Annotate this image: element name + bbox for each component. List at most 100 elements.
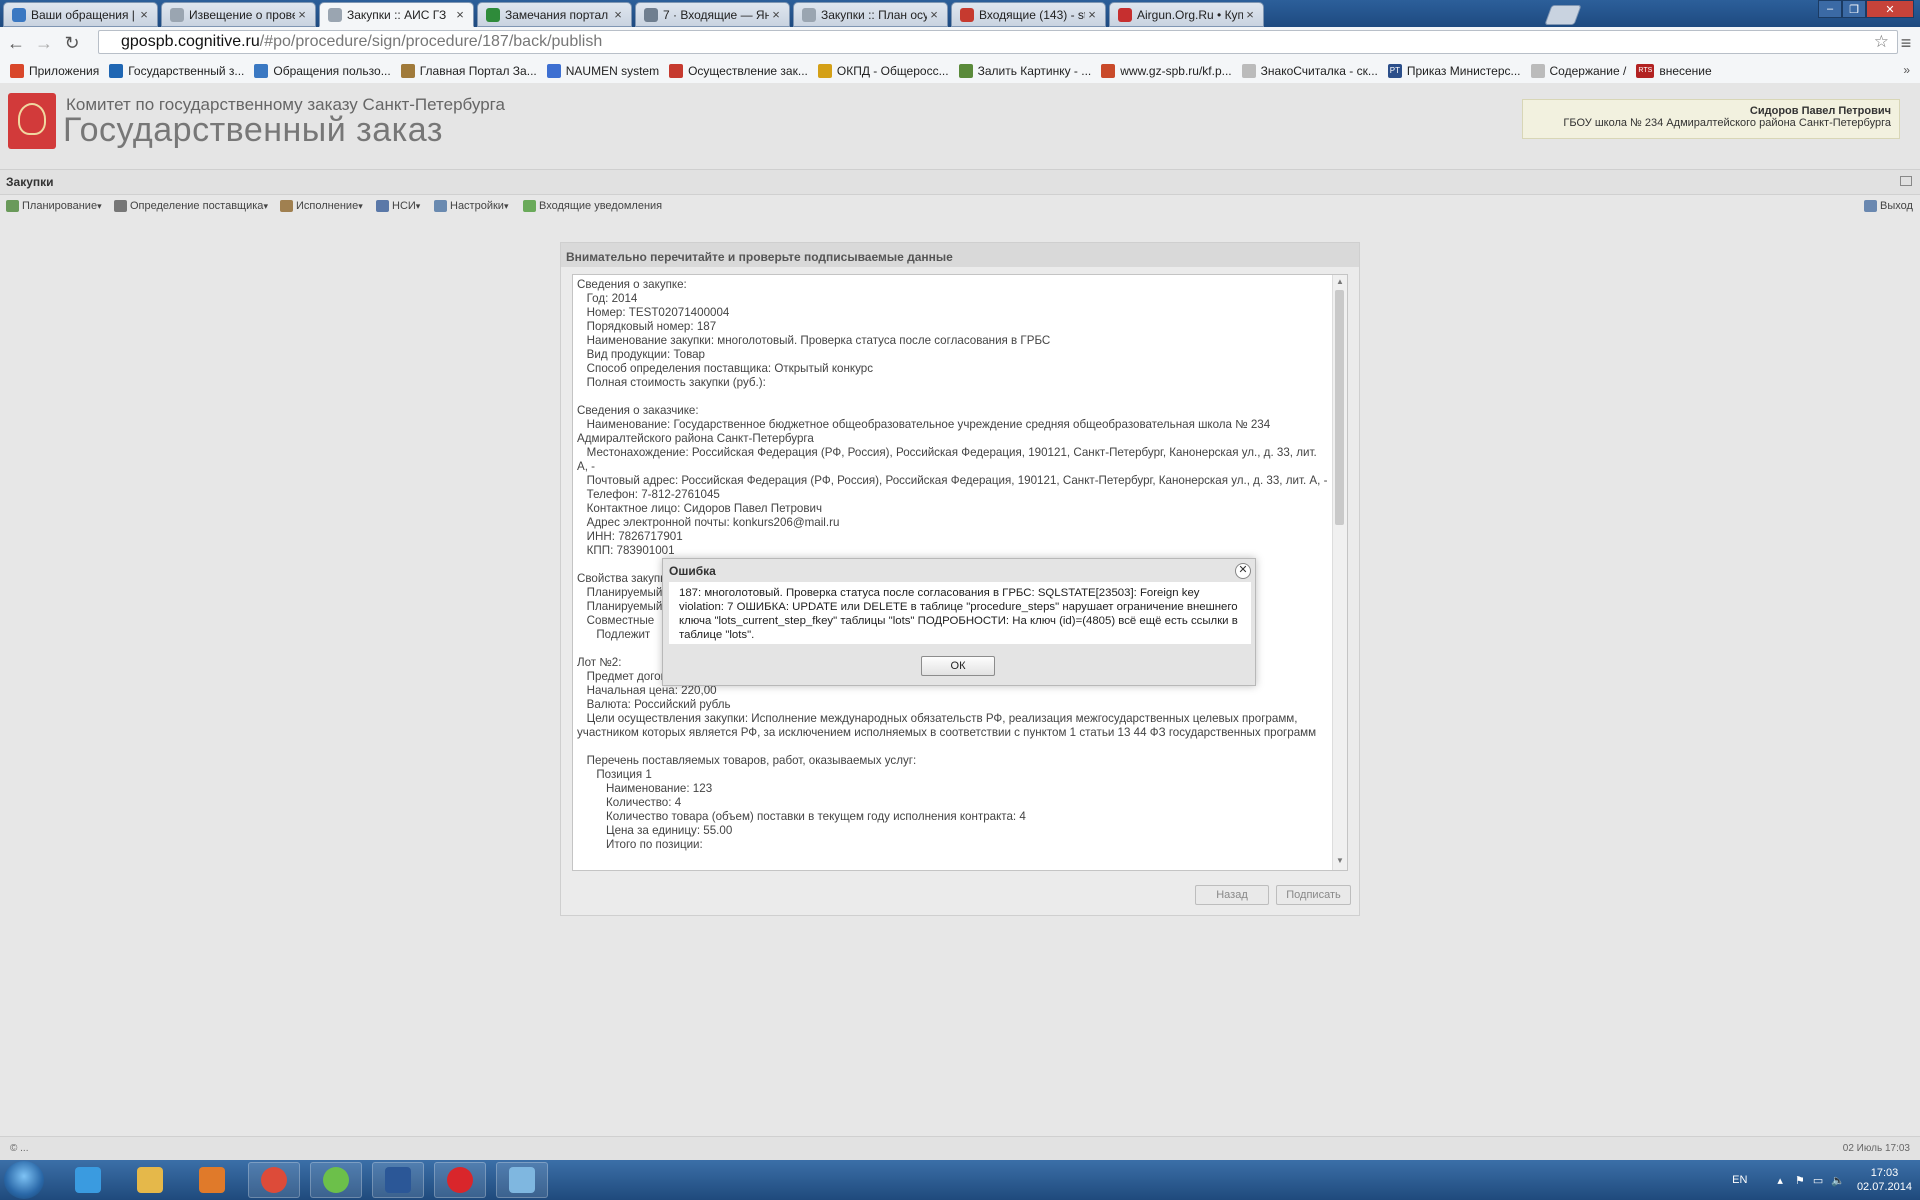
tab-close-icon[interactable]: × (453, 7, 467, 22)
section-title: Закупки (6, 175, 54, 189)
forward-icon[interactable]: → (34, 33, 54, 53)
bookmark-item[interactable]: ЗнакоСчиталка - ск... (1241, 64, 1378, 78)
menu-item[interactable]: Исполнение ▾ (280, 200, 363, 212)
app-title: Государственный заказ (63, 111, 443, 149)
chrome-menu-icon[interactable]: ≡ (1896, 33, 1916, 53)
taskbar-app-chrome[interactable] (248, 1162, 300, 1198)
bookmark-item[interactable]: www.gz-spb.ru/kf.p... (1101, 64, 1232, 78)
chevron-down-icon: ▾ (503, 200, 509, 211)
tab-favicon-icon (1118, 7, 1132, 22)
action-center-icon[interactable]: ⚑ (1795, 1174, 1805, 1187)
back-icon[interactable]: ← (6, 33, 26, 53)
menu-item-icon (523, 200, 536, 212)
bookmark-label: Содержание / (1549, 64, 1627, 78)
browser-tab[interactable]: Замечания портал АИС Г× (477, 2, 632, 27)
menu-item[interactable]: Настройки ▾ (434, 200, 508, 212)
menu-item[interactable]: Входящие уведомления (523, 200, 662, 212)
bookmark-item[interactable]: Приложения (10, 64, 99, 78)
tab-close-icon[interactable]: × (137, 7, 151, 22)
browser-tab[interactable]: Закупки :: План осущест× (793, 2, 948, 27)
tab-close-icon[interactable]: × (1085, 7, 1099, 22)
scroll-thumb[interactable] (1335, 290, 1344, 525)
menu-item[interactable]: Определение поставщика ▾ (114, 200, 268, 212)
bookmark-label: www.gz-spb.ru/kf.p... (1120, 64, 1232, 78)
bookmark-icon (546, 64, 561, 78)
scroll-up-icon[interactable]: ▲ (1333, 277, 1347, 289)
bookmark-icon (958, 64, 973, 78)
bookmark-item[interactable]: ОКПД - Общеросс... (817, 64, 949, 78)
taskbar-app-word[interactable] (372, 1162, 424, 1198)
explorer-icon (137, 1167, 163, 1193)
bookmark-icon: PT (1387, 64, 1402, 78)
bookmark-icon (1530, 64, 1545, 78)
browser-tab[interactable]: Извещение о проведени× (161, 2, 316, 27)
app-header: Комитет по государственному заказу Санкт… (0, 83, 1920, 170)
menu-item[interactable]: Планирование ▾ (6, 200, 102, 212)
back-button[interactable]: Назад (1195, 885, 1269, 905)
close-icon[interactable]: ✕ (1235, 563, 1251, 579)
taskbar-app-explorer[interactable] (124, 1162, 176, 1198)
user-info: Сидоров Павел Петрович ГБОУ школа № 234 … (1522, 99, 1900, 139)
tab-label: Закупки :: План осущест (821, 7, 927, 22)
menu-item[interactable]: НСИ ▾ (376, 200, 420, 212)
main-menu: Планирование ▾ Определение поставщика ▾ Испо… (0, 195, 1920, 219)
language-indicator[interactable]: EN (1732, 1174, 1747, 1186)
new-tab-button[interactable] (1544, 5, 1582, 25)
tab-close-icon[interactable]: × (1243, 7, 1257, 22)
reload-icon[interactable]: ↻ (62, 33, 82, 53)
browser-tab[interactable]: Ваши обращения | HelpD× (3, 2, 158, 27)
bookmark-item[interactable]: Осуществление зак... (669, 64, 808, 78)
close-window-button[interactable]: ✕ (1866, 0, 1914, 18)
bookmarks-more-icon[interactable]: » (1903, 63, 1910, 77)
ie-icon (75, 1167, 101, 1193)
user-organization: ГБОУ школа № 234 Адмиралтейского района … (1563, 117, 1891, 129)
menu-item-icon (6, 200, 19, 212)
bookmark-item[interactable]: RTS внесение (1636, 64, 1712, 78)
bookmark-item[interactable]: Государственный з... (109, 64, 244, 78)
tab-close-icon[interactable]: × (295, 7, 309, 22)
menu-item-label: Входящие уведомления (539, 200, 663, 212)
taskbar-app-app-red[interactable] (434, 1162, 486, 1198)
browser-tab[interactable]: Airgun.Org.Ru • Купить-п× (1109, 2, 1264, 27)
bookmark-item[interactable]: PT Приказ Министерс... (1387, 64, 1521, 78)
taskbar-app-notepad[interactable] (496, 1162, 548, 1198)
logout-button[interactable]: Выход (1864, 200, 1913, 212)
tab-close-icon[interactable]: × (769, 7, 783, 22)
bookmark-icon: RTS (1636, 64, 1655, 78)
maximize-button[interactable]: ❐ (1842, 0, 1866, 18)
bookmark-label: Приложения (29, 64, 100, 78)
scrollbar[interactable]: ▲ ▼ (1332, 275, 1347, 870)
taskbar-app-ie[interactable] (62, 1162, 114, 1198)
tab-close-icon[interactable]: × (611, 7, 625, 22)
bookmark-item[interactable]: Главная Портал За... (400, 64, 537, 78)
bookmark-item[interactable]: NAUMEN system (546, 64, 660, 78)
browser-tab[interactable]: Закупки :: АИС ГЗ × (319, 2, 474, 27)
chevron-down-icon: ▾ (97, 200, 102, 211)
browser-tab[interactable]: Входящие (143) - strange× (951, 2, 1106, 27)
start-button[interactable] (4, 1161, 44, 1199)
bookmark-star-icon[interactable]: ☆ (1874, 32, 1889, 52)
status-left: © ... (10, 1143, 29, 1154)
bookmark-item[interactable]: Залить Картинку - ... (958, 64, 1092, 78)
status-bar: © ... 02 Июль 17:03 (0, 1136, 1920, 1161)
tray-arrow-icon[interactable]: ▴ (1777, 1174, 1783, 1187)
ok-button[interactable]: ОК (921, 656, 995, 676)
volume-icon[interactable]: 🔈 (1831, 1174, 1845, 1187)
menu-item-icon (114, 200, 127, 212)
bookmark-label: Залить Картинку - ... (977, 64, 1092, 78)
bookmark-label: NAUMEN system (565, 64, 660, 78)
clock[interactable]: 17:03 02.07.2014 (1857, 1166, 1912, 1194)
sign-button[interactable]: Подписать (1276, 885, 1351, 905)
network-icon[interactable]: ▭ (1813, 1174, 1823, 1187)
tab-close-icon[interactable]: × (927, 7, 941, 22)
url-bar[interactable]: gpospb.cognitive.ru/#po/procedure/sign/p… (98, 30, 1898, 54)
clock-time: 17:03 (1870, 1167, 1899, 1179)
browser-tab[interactable]: 7 · Входящие — Яндекс.П× (635, 2, 790, 27)
bookmark-item[interactable]: Содержание / (1530, 64, 1627, 78)
taskbar-app-icq[interactable] (310, 1162, 362, 1198)
bookmark-item[interactable]: Обращения пользо... (254, 64, 391, 78)
collapse-icon[interactable] (1900, 176, 1912, 186)
minimize-button[interactable]: – (1818, 0, 1842, 18)
taskbar-app-media-player[interactable] (186, 1162, 238, 1198)
scroll-down-icon[interactable]: ▼ (1333, 856, 1347, 868)
